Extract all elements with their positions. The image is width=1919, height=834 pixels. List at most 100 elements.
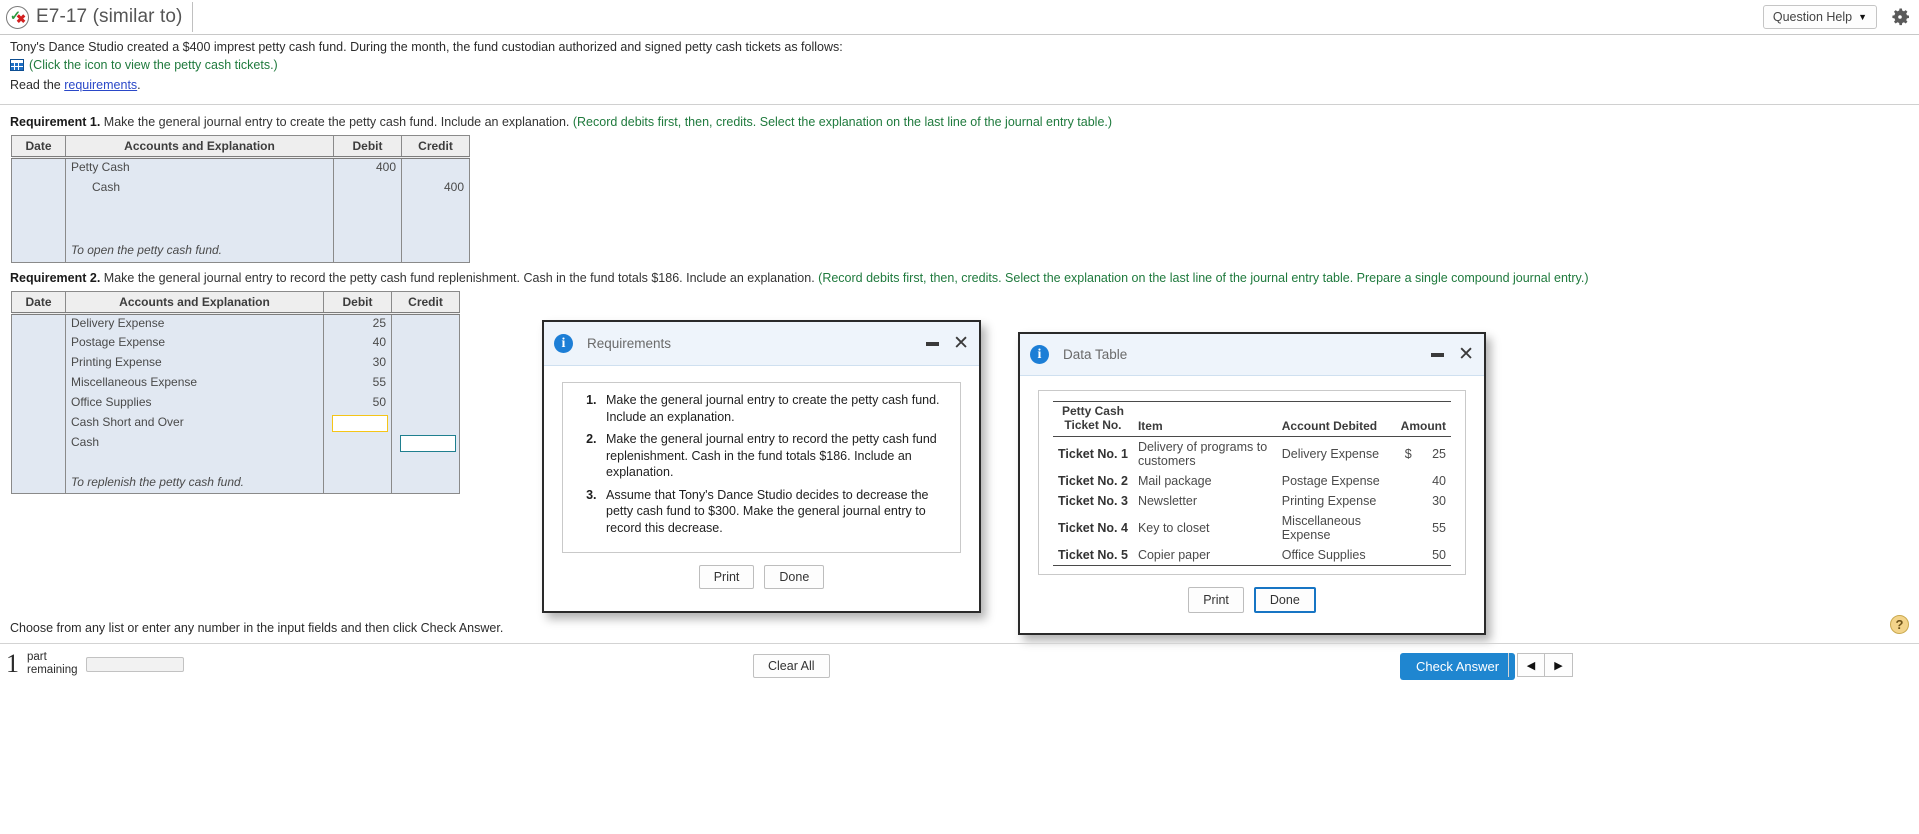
cell-account[interactable]: Delivery Expense — [65, 313, 324, 334]
table-row[interactable]: Postage Expense 40 — [11, 333, 460, 354]
help-badge-icon[interactable]: ? — [1890, 615, 1909, 634]
cell-credit[interactable] — [391, 473, 460, 494]
print-button[interactable]: Print — [1188, 586, 1244, 613]
cell-account[interactable]: Postage Expense — [65, 333, 324, 354]
debit-input-field[interactable] — [332, 414, 388, 432]
column-header-debit: Debit — [333, 135, 402, 159]
table-row[interactable]: Miscellaneous Expense 55 — [11, 373, 460, 394]
cell-credit[interactable] — [391, 393, 460, 414]
table-row[interactable]: To open the petty cash fund. — [11, 241, 470, 263]
cell-date[interactable] — [11, 313, 66, 334]
cell-currency-symbol — [1395, 544, 1412, 566]
table-row[interactable]: Office Supplies 50 — [11, 393, 460, 414]
done-button[interactable]: Done — [764, 565, 825, 589]
requirements-link[interactable]: requirements — [64, 78, 137, 92]
cell-date[interactable] — [11, 199, 66, 221]
next-question-button[interactable]: ▶ — [1545, 653, 1573, 677]
table-row[interactable] — [11, 220, 470, 242]
cell-account[interactable]: Cash — [65, 433, 324, 454]
header-divider — [0, 104, 1919, 105]
data-table-dialog-titlebar[interactable]: i Data Table ✕ — [1020, 334, 1484, 376]
gear-icon[interactable] — [1889, 6, 1911, 28]
cell-credit[interactable] — [401, 241, 470, 263]
table-row[interactable] — [11, 199, 470, 221]
close-icon[interactable]: ✕ — [953, 334, 969, 353]
cell-credit[interactable] — [391, 333, 460, 354]
cell-debit[interactable] — [323, 433, 392, 454]
cell-date[interactable] — [11, 473, 66, 494]
cell-account[interactable]: Petty Cash — [65, 157, 334, 179]
table-row[interactable]: To replenish the petty cash fund. — [11, 473, 460, 494]
cell-account-debited: Miscellaneous Expense — [1281, 513, 1361, 542]
table-row[interactable]: Cash Short and Over — [11, 413, 460, 434]
view-petty-cash-tickets-link[interactable]: (Click the icon to view the petty cash t… — [29, 58, 278, 72]
cell-credit[interactable] — [391, 453, 460, 474]
table-grid-icon[interactable] — [10, 59, 24, 71]
cell-date[interactable] — [11, 178, 66, 200]
cell-account[interactable]: Cash Short and Over — [65, 413, 324, 434]
cell-account[interactable]: To open the petty cash fund. — [65, 241, 334, 263]
cell-date[interactable] — [11, 353, 66, 374]
cell-date[interactable] — [11, 453, 66, 474]
check-answer-button[interactable]: Check Answer — [1400, 653, 1516, 680]
cell-debit[interactable] — [333, 199, 402, 221]
cell-account[interactable]: Printing Expense — [65, 353, 324, 374]
close-icon[interactable]: ✕ — [1458, 345, 1474, 364]
cell-debit[interactable]: 50 — [323, 393, 392, 414]
cell-credit[interactable]: 400 — [401, 178, 470, 200]
cell-account[interactable]: Cash — [65, 178, 334, 200]
cell-credit[interactable] — [391, 373, 460, 394]
cell-account[interactable]: Office Supplies — [65, 393, 324, 414]
cell-date[interactable] — [11, 333, 66, 354]
cell-credit[interactable] — [391, 313, 460, 334]
cell-debit[interactable] — [333, 241, 402, 263]
table-row[interactable]: Cash — [11, 433, 460, 454]
cell-date[interactable] — [11, 241, 66, 263]
cell-date[interactable] — [11, 220, 66, 242]
cell-credit[interactable] — [391, 353, 460, 374]
cell-credit[interactable] — [391, 433, 460, 454]
cell-account[interactable] — [65, 453, 324, 474]
previous-question-button[interactable]: ◀ — [1517, 653, 1545, 677]
cell-credit[interactable] — [401, 220, 470, 242]
info-icon: i — [1030, 345, 1049, 364]
cell-credit[interactable] — [401, 157, 470, 179]
cell-debit[interactable] — [333, 220, 402, 242]
cell-date[interactable] — [11, 373, 66, 394]
credit-input-field[interactable] — [400, 434, 456, 452]
cell-credit[interactable] — [401, 199, 470, 221]
cell-credit[interactable] — [391, 413, 460, 434]
table-row[interactable] — [11, 453, 460, 474]
cell-debit[interactable] — [323, 453, 392, 474]
cell-date[interactable] — [11, 433, 66, 454]
cell-debit[interactable]: 55 — [323, 373, 392, 394]
cell-account[interactable]: To replenish the petty cash fund. — [65, 473, 324, 494]
cell-account[interactable]: Miscellaneous Expense — [65, 373, 324, 394]
print-button[interactable]: Print — [698, 565, 755, 589]
table-row[interactable]: Petty Cash 400 — [11, 157, 470, 179]
table-row[interactable]: Cash 400 — [11, 178, 470, 200]
clear-all-button[interactable]: Clear All — [753, 654, 830, 678]
problem-intro: Tony's Dance Studio created a $400 impre… — [10, 40, 1900, 96]
cell-date[interactable] — [11, 413, 66, 434]
cell-debit[interactable]: 25 — [323, 313, 392, 334]
minimize-icon[interactable] — [1431, 352, 1445, 357]
done-button[interactable]: Done — [1253, 586, 1316, 613]
minimize-icon[interactable] — [926, 341, 940, 346]
cell-debit[interactable] — [333, 178, 402, 200]
cell-item: Delivery of programs to customers — [1137, 439, 1268, 468]
requirements-dialog-titlebar[interactable]: i Requirements ✕ — [544, 322, 979, 366]
cell-debit[interactable]: 40 — [323, 333, 392, 354]
data-table-icon-line[interactable]: (Click the icon to view the petty cash t… — [10, 58, 1900, 72]
cell-debit[interactable] — [323, 473, 392, 494]
cell-account[interactable] — [65, 199, 334, 221]
cell-date[interactable] — [11, 393, 66, 414]
table-row[interactable]: Delivery Expense 25 — [11, 313, 460, 334]
cell-debit[interactable] — [323, 413, 392, 434]
cell-date[interactable] — [11, 157, 66, 179]
question-help-button[interactable]: Question Help ▼ — [1762, 5, 1877, 29]
cell-debit[interactable]: 30 — [323, 353, 392, 374]
cell-debit[interactable]: 400 — [333, 157, 402, 179]
cell-account[interactable] — [65, 220, 334, 242]
table-row[interactable]: Printing Expense 30 — [11, 353, 460, 374]
